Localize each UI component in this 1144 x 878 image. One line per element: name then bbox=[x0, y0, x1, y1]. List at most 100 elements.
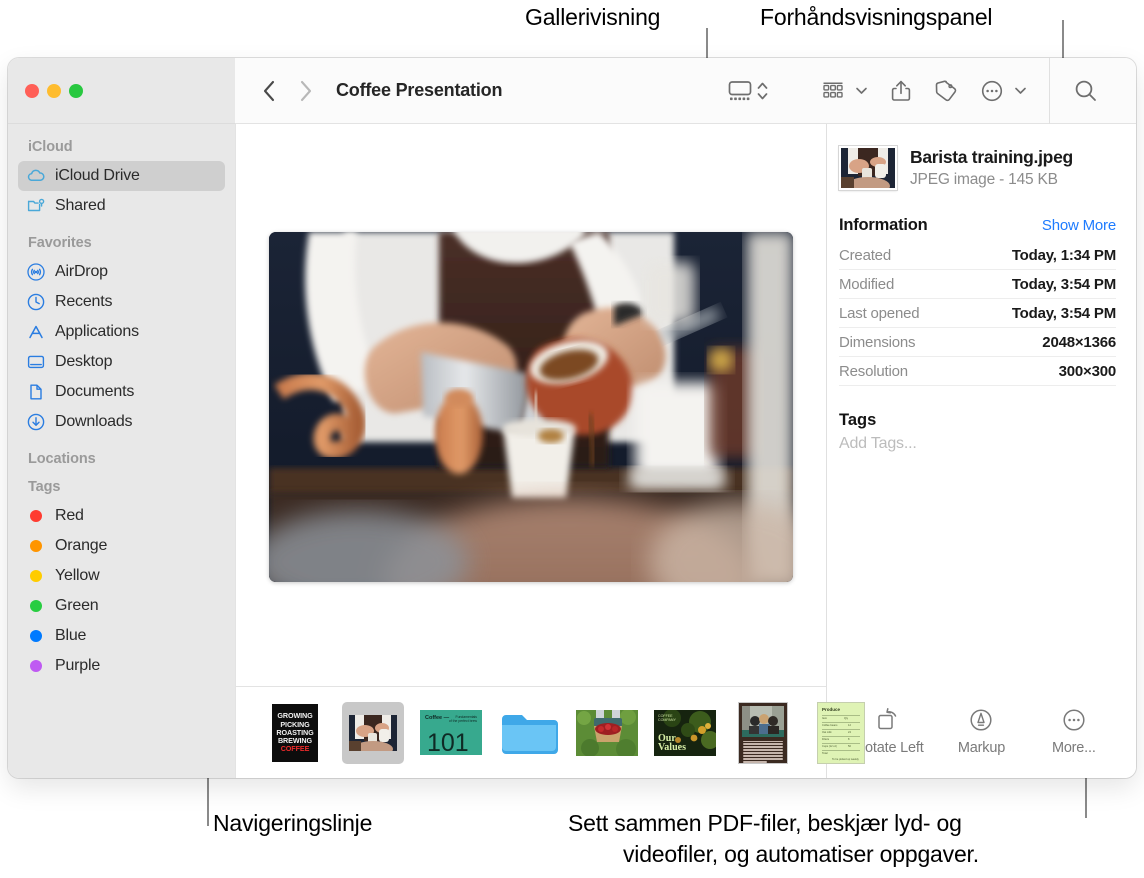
tag-dot-icon bbox=[26, 540, 46, 552]
sidebar: iCloud iCloud Drive Shared Favorites Air… bbox=[8, 124, 235, 778]
sidebar-item-shared[interactable]: Shared bbox=[18, 191, 225, 221]
slide-sublabel: Fundamentals of the perfect brew bbox=[448, 715, 477, 724]
tags-title: Tags bbox=[839, 411, 877, 429]
sidebar-item-tag-red[interactable]: Red bbox=[18, 501, 225, 531]
sidebar-item-tag-purple[interactable]: Purple bbox=[18, 651, 225, 681]
tag-dot-icon bbox=[26, 510, 46, 522]
file-name: Barista training.jpeg bbox=[910, 147, 1073, 167]
info-row-value: 300×300 bbox=[1058, 362, 1117, 380]
meeting-document-art bbox=[739, 702, 787, 763]
gallery-view-icon bbox=[728, 80, 752, 100]
thumbnail-produce-form[interactable]: Produce Item Qty Coffee beans 12 Oat mil… bbox=[810, 702, 872, 764]
sidebar-item-label: Orange bbox=[55, 537, 108, 554]
forward-icon[interactable] bbox=[293, 77, 317, 105]
document-text-lines bbox=[743, 740, 783, 763]
thumbnail-berries-photo[interactable] bbox=[576, 702, 638, 764]
back-icon[interactable] bbox=[257, 77, 281, 105]
navigation-arrows bbox=[257, 77, 317, 105]
sidebar-item-airdrop[interactable]: AirDrop bbox=[18, 257, 225, 287]
information-section-header: Information Show More bbox=[839, 216, 1116, 235]
callout-gallery-view: Gallerivisning bbox=[525, 4, 661, 30]
sidebar-item-label: Recents bbox=[55, 293, 113, 310]
sidebar-item-icloud-drive[interactable]: iCloud Drive bbox=[18, 161, 225, 191]
poster-line: GROWING bbox=[277, 711, 313, 721]
search-button[interactable] bbox=[1050, 78, 1122, 104]
airdrop-icon bbox=[26, 262, 46, 282]
barista-photo bbox=[269, 232, 793, 582]
preview-panel: Barista training.jpeg JPEG image - 145 K… bbox=[826, 124, 1136, 778]
values-title: Our Values bbox=[658, 732, 686, 753]
berries-photo-art bbox=[576, 709, 638, 756]
sidebar-item-tag-yellow[interactable]: Yellow bbox=[18, 561, 225, 591]
zoom-button[interactable] bbox=[69, 83, 83, 98]
sidebar-item-recents[interactable]: Recents bbox=[18, 287, 225, 317]
quick-actions: Rotate Left Markup More... bbox=[827, 694, 1136, 778]
callout-bottom-note-line1: Sett sammen PDF-filer, beskjær lyd- og bbox=[568, 810, 962, 836]
poster-line: PICKING bbox=[280, 719, 310, 729]
sidebar-item-label: Blue bbox=[55, 627, 87, 644]
info-row-value: Today, 3:54 PM bbox=[1011, 304, 1116, 322]
sidebar-item-applications[interactable]: Applications bbox=[18, 317, 225, 347]
shared-folder-icon bbox=[26, 196, 46, 216]
applications-icon bbox=[26, 322, 46, 342]
window-toolbar: Coffee Presentation bbox=[8, 58, 1136, 124]
info-row-key: Dimensions bbox=[839, 333, 916, 351]
info-row-resolution: Resolution 300×300 bbox=[839, 357, 1116, 386]
sidebar-item-label: Red bbox=[55, 507, 84, 524]
sidebar-item-label: Applications bbox=[55, 323, 139, 340]
clock-icon bbox=[26, 292, 46, 312]
rotate-left-icon bbox=[878, 707, 897, 729]
more-circle-icon bbox=[1063, 708, 1085, 731]
information-title: Information bbox=[839, 216, 928, 234]
desktop-icon bbox=[26, 352, 46, 372]
thumbnail-barista-photo[interactable] bbox=[342, 701, 404, 764]
toolbar-main: Coffee Presentation bbox=[235, 58, 1136, 124]
chevron-up-down-icon bbox=[757, 82, 768, 99]
sidebar-item-tag-blue[interactable]: Blue bbox=[18, 621, 225, 651]
chevron-down-icon bbox=[856, 87, 867, 94]
window-title: Coffee Presentation bbox=[336, 80, 503, 100]
sidebar-item-label: Yellow bbox=[55, 567, 100, 584]
more-button[interactable] bbox=[980, 79, 1027, 103]
tag-button[interactable] bbox=[934, 79, 958, 103]
share-button[interactable] bbox=[890, 79, 912, 103]
info-row-value: Today, 3:54 PM bbox=[1011, 275, 1116, 293]
hero-image[interactable] bbox=[269, 232, 793, 582]
info-row-modified: Modified Today, 3:54 PM bbox=[839, 270, 1116, 299]
tag-dot-icon bbox=[26, 630, 46, 642]
sidebar-item-label: iCloud Drive bbox=[55, 167, 140, 184]
file-header: Barista training.jpeg JPEG image - 145 K… bbox=[839, 146, 1116, 190]
sidebar-item-label: AirDrop bbox=[55, 263, 108, 280]
thumbnail-folder[interactable] bbox=[498, 702, 560, 764]
navigation-bar[interactable]: GROWING PICKING ROASTING BREWING COFFEE bbox=[236, 686, 864, 778]
slide-number: 101 bbox=[427, 729, 469, 755]
sidebar-item-tag-orange[interactable]: Orange bbox=[18, 531, 225, 561]
sidebar-item-documents[interactable]: Documents bbox=[18, 377, 225, 407]
sidebar-item-tag-green[interactable]: Green bbox=[18, 591, 225, 621]
tag-dot-icon bbox=[26, 570, 46, 582]
group-by-button[interactable] bbox=[821, 79, 868, 103]
show-more-link[interactable]: Show More bbox=[1042, 217, 1116, 234]
finder-window: Coffee Presentation iCloud iCloud Drive … bbox=[8, 58, 1136, 778]
thumbnail-coffee-101[interactable]: Coffee — Fundamentals of the perfect brew… bbox=[420, 702, 482, 764]
info-row-key: Modified bbox=[839, 275, 895, 293]
minimize-button[interactable] bbox=[47, 83, 61, 98]
traffic-light-area bbox=[8, 58, 235, 124]
gallery-view-button[interactable] bbox=[727, 79, 769, 103]
info-row-value: Today, 1:34 PM bbox=[1011, 246, 1116, 264]
markup-button[interactable]: Markup bbox=[935, 707, 1027, 756]
add-tags-field[interactable]: Add Tags... bbox=[839, 435, 1116, 453]
more-actions-button[interactable]: More... bbox=[1028, 707, 1120, 756]
thumbnail-coffee-poster[interactable]: GROWING PICKING ROASTING BREWING COFFEE bbox=[264, 702, 326, 764]
sidebar-section-header-icloud: iCloud bbox=[28, 139, 73, 155]
file-thumbnail bbox=[839, 146, 897, 190]
group-by-icon bbox=[823, 81, 843, 98]
sidebar-section-header-locations: Locations bbox=[28, 451, 96, 467]
sidebar-item-downloads[interactable]: Downloads bbox=[18, 407, 225, 437]
sidebar-item-desktop[interactable]: Desktop bbox=[18, 347, 225, 377]
barista-photo-thumb-art bbox=[349, 714, 397, 751]
close-button[interactable] bbox=[25, 83, 39, 98]
thumbnail-meeting-document[interactable] bbox=[732, 702, 794, 764]
thumbnail-our-values[interactable]: COFFEE COMPANY Our Values bbox=[654, 702, 716, 764]
markup-icon bbox=[970, 708, 993, 731]
